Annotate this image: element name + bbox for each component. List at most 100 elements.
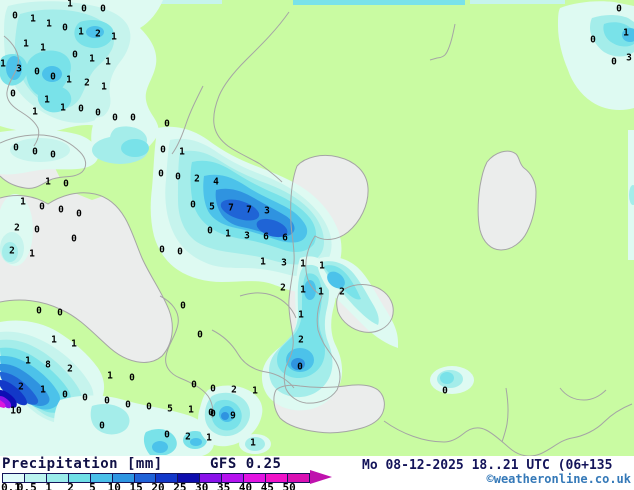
scale-tick-label: 45 [260,481,274,490]
precip-value-label: 1 [319,261,325,272]
precip-value-label: 0 [34,225,40,236]
precip-value-label: 1 [206,433,212,444]
scale-tick-label: 30 [195,481,209,490]
precip-value-label: 2 [9,246,15,257]
precip-value-label: 3 [626,53,632,64]
precip-value-label: 0 [34,67,40,78]
precip-value-label: 1 [107,371,113,382]
precip-value-label: 3 [281,258,287,269]
precip-value-label: 5 [209,202,215,213]
precip-value-label: 0 [159,245,165,256]
precip-value-label: 0 [50,150,56,161]
scale-tick-label: 2 [67,481,74,490]
precip-value-label: 4 [213,177,219,188]
precip-value-label: 1 [623,28,629,39]
precip-value-label: 0 [81,4,87,15]
precip-value-label: 0 [207,226,213,237]
precip-value-label: 1 [25,356,31,367]
precip-value-label: 0 [13,143,19,154]
precip-value-label: 1 [66,75,72,86]
precip-value-label: 3 [264,206,270,217]
precip-value-label: 0 [62,390,68,401]
precip-value-label: 1 [51,335,57,346]
precip-value-label: 2 [298,335,304,346]
precip-value-label: 0 [39,202,45,213]
precip-value-label: 1 [30,14,36,25]
scale-tick-label: 35 [216,481,231,490]
precip-value-label: 1 [105,57,111,68]
precip-value-label: 0 [130,113,136,124]
precip-value-label: 1 [111,32,117,43]
precip-value-label: 0 [175,172,181,183]
precip-value-label: 0 [95,108,101,119]
precip-value-label: 5 [167,404,173,415]
precip-value-label: 0 [12,11,18,22]
precip-value-label: 0 [99,421,105,432]
precip-value-label: 0 [210,384,216,395]
precip-value-label: 2 [339,287,345,298]
legend-title: Precipitation [mm] [2,456,163,472]
precip-value-label: 0 [180,301,186,312]
precip-value-label: 1 [250,438,256,449]
precip-value-label: 0 [164,119,170,130]
precip-value-label: 0 [32,147,38,158]
precip-value-label: 10 [10,406,22,417]
precip-value-label: 0 [197,330,203,341]
precip-value-label: 1 [260,257,266,268]
precip-value-label: 2 [280,283,286,294]
precip-value-label: 0 [590,35,596,46]
precip-value-label: 1 [29,249,35,260]
precip-value-label: 1 [188,405,194,416]
precipitation-map: 1000011012110110113013001210111000000000… [0,0,634,456]
precip-value-label: 2 [84,78,90,89]
precip-value-label: 9 [230,411,236,422]
scale-tick-label: 1 [45,481,53,490]
precip-value-label: 0 [10,89,16,100]
precip-value-label: 7 [228,203,234,214]
precip-value-label: 0 [57,308,63,319]
precip-value-label: 1 [60,103,66,114]
precip-value-label: 0 [76,209,82,220]
precip-value-label: 0 [125,400,131,411]
precip-value-label: 0 [129,373,135,384]
precip-value-label: 0 [58,205,64,216]
precip-value-label: 2 [14,223,20,234]
precip-value-label: 6 [263,232,269,243]
precip-value-label: 1 [298,310,304,321]
scale-tick-label: 5 [89,481,96,490]
precip-value-label: 0 [210,409,216,420]
precip-value-label: 0 [112,113,118,124]
precip-value-label: 3 [16,64,22,75]
precip-value-label: 3 [244,231,250,242]
precip-value-label: 1 [46,19,52,30]
precip-value-label: 0 [158,169,164,180]
precip-value-label: 0 [50,72,56,83]
precip-value-label: 1 [300,285,306,296]
precip-value-label: 0 [146,402,152,413]
precip-value-label: 0 [297,362,303,373]
precip-value-label: 0 [104,396,110,407]
precip-value-label: 0 [62,23,68,34]
precip-value-label: 1 [40,385,46,396]
precip-value-label: 0 [190,200,196,211]
precip-value-label: 2 [231,385,237,396]
precip-value-label: 0 [191,380,197,391]
precip-value-label: 2 [95,29,101,40]
scale-tick-label: 0.5 [16,481,37,490]
precip-value-label: 0 [177,247,183,258]
precip-value-label: 0 [160,145,166,156]
precip-value-label: 0 [78,104,84,115]
precip-value-label: 0 [611,57,617,68]
precip-value-label: 1 [179,147,185,158]
precip-value-label: 0 [36,306,42,317]
scale-tick-label: 10 [107,481,121,490]
precip-value-label: 1 [225,229,231,240]
precip-value-label: 1 [0,59,6,70]
precip-value-label: 6 [282,233,288,244]
copyright-link[interactable]: ©weatheronline.co.uk [487,472,632,486]
weather-forecast-screenshot: 1000011012110110113013001210111000000000… [0,0,634,490]
precip-value-label: 0 [442,386,448,397]
precip-value-label: 0 [164,430,170,441]
precip-value-label: 0 [82,393,88,404]
scale-tick-label: 50 [282,481,296,490]
